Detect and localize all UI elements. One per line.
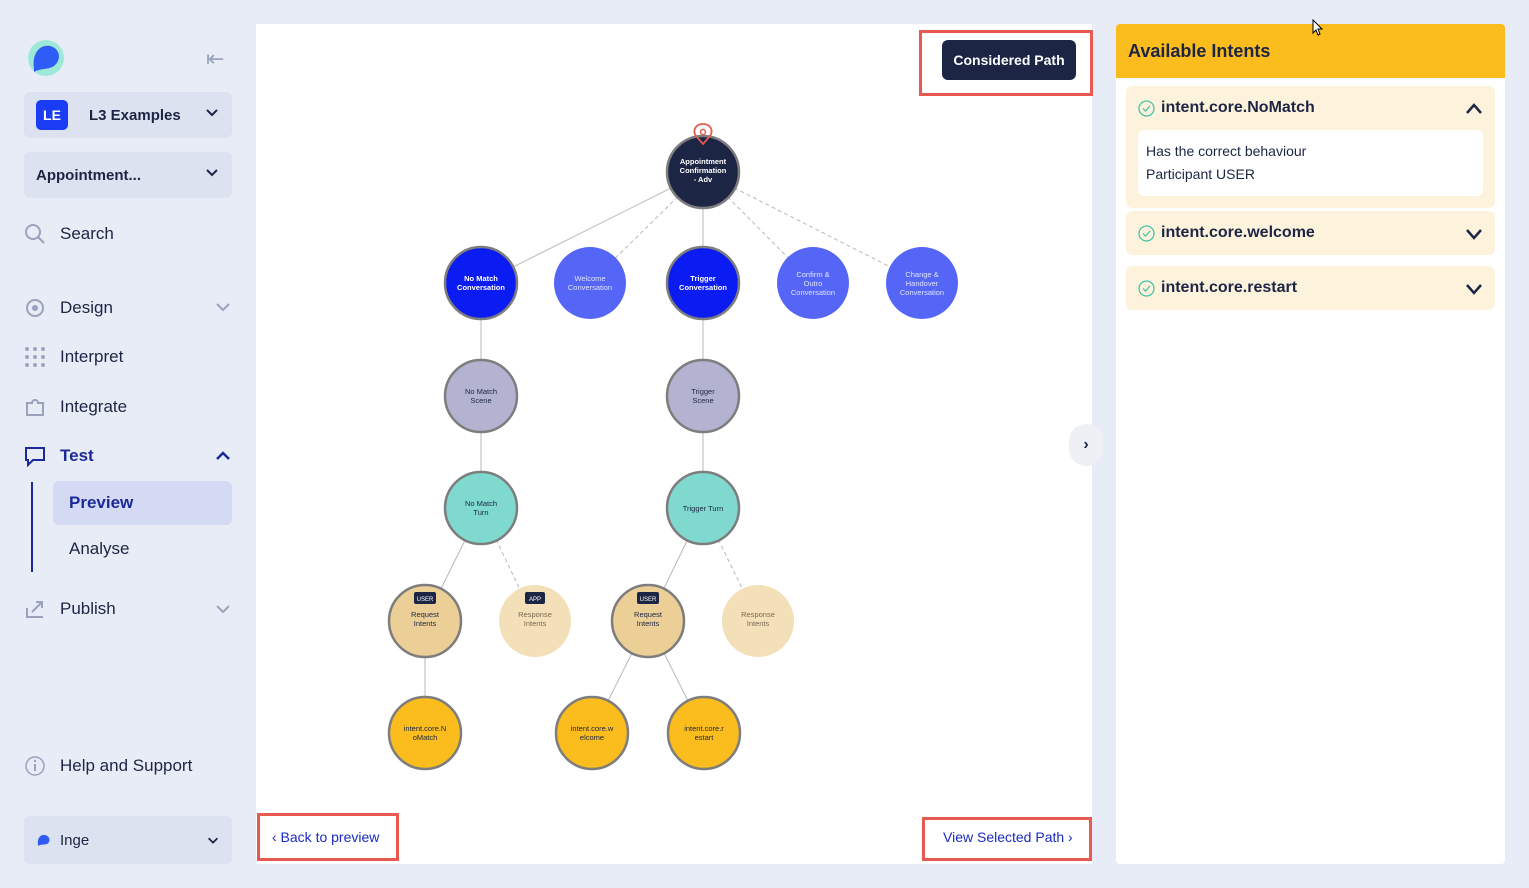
node-response-intents-nomatch[interactable]: APP Response Intents <box>499 585 571 657</box>
node-intent-welcome[interactable]: intent.core.w elcome <box>554 695 630 771</box>
conversation-graph: Appointment Confirmation - Adv No Match Con… <box>387 123 958 771</box>
nav-analyse-label: Analyse <box>69 539 130 558</box>
node-conversation-confirm[interactable]: Confirm & Outro Conversation <box>777 247 849 319</box>
node-request-intents-trigger[interactable]: USER Request Intents <box>610 583 686 659</box>
node-intent-restart[interactable]: intent.core.r estart <box>666 695 742 771</box>
nav-design[interactable]: Design <box>24 297 113 319</box>
node-root[interactable]: Appointment Confirmation - Adv <box>665 134 741 210</box>
nav-help-label: Help and Support <box>60 756 193 775</box>
chevron-down-icon[interactable] <box>214 298 232 316</box>
sidebar: ⇤ LE L3 Examples Appointment... Search D… <box>0 0 250 888</box>
nav-publish[interactable]: Publish <box>24 598 116 620</box>
user-tag: USER <box>417 597 434 603</box>
user-name: Inge <box>60 831 90 849</box>
nav-interpret[interactable]: Interpret <box>24 346 123 368</box>
intent-header[interactable]: intent.core.welcome <box>1126 211 1495 255</box>
workspace-select[interactable]: LE L3 Examples <box>24 92 232 138</box>
back-to-preview-link[interactable]: ‹ Back to preview <box>272 829 379 845</box>
nav-preview[interactable]: Preview <box>53 481 232 525</box>
nav-search[interactable]: Search <box>24 223 114 245</box>
nav-integrate-label: Integrate <box>60 397 128 416</box>
intent-details: Has the correct behaviour Participant US… <box>1138 130 1483 196</box>
chevron-down-icon <box>206 109 218 117</box>
nav-design-label: Design <box>60 298 113 317</box>
nav-interpret-label: Interpret <box>60 347 124 366</box>
chevron-right-icon[interactable]: › <box>1069 424 1103 466</box>
check-circle-icon <box>1138 99 1155 117</box>
nav-preview-label: Preview <box>69 493 134 512</box>
chevron-down-icon <box>208 837 218 844</box>
nav-help[interactable]: Help and Support <box>24 755 192 777</box>
nav-search-label: Search <box>60 224 114 243</box>
intent-name: intent.core.restart <box>1161 279 1298 296</box>
design-icon <box>26 299 44 317</box>
chat-icon <box>25 447 45 467</box>
intent-header[interactable]: intent.core.NoMatch <box>1126 86 1495 130</box>
node-turn-nomatch[interactable]: No Match Turn <box>443 470 519 546</box>
intent-item-restart: intent.core.restart <box>1126 266 1495 310</box>
chevron-down-icon <box>206 169 218 177</box>
intent-name: intent.core.NoMatch <box>1161 99 1315 116</box>
node-request-intents-nomatch[interactable]: USER Request Intents <box>387 583 463 659</box>
check-circle-icon <box>1138 224 1155 242</box>
node-scene-trigger[interactable]: Trigger Scene <box>665 358 741 434</box>
user-tag: USER <box>640 597 657 603</box>
graph-canvas: Appointment Confirmation - Adv No Match Con… <box>256 24 1093 864</box>
intent-item-welcome: intent.core.welcome <box>1126 211 1495 255</box>
intent-header[interactable]: intent.core.restart <box>1126 266 1495 310</box>
node-response-intents-trigger[interactable]: Response Intents <box>722 585 794 657</box>
interpret-icon <box>25 347 45 367</box>
node-intent-nomatch[interactable]: intent.core.N oMatch <box>387 695 463 771</box>
intent-participant: Participant USER <box>1146 166 1255 182</box>
intent-item-nomatch: intent.core.NoMatch Has the correct beha… <box>1126 86 1495 208</box>
node-label: Trigger Turn <box>683 504 724 513</box>
info-icon <box>25 756 45 776</box>
user-menu[interactable]: Inge <box>24 816 232 864</box>
chevron-down-icon[interactable] <box>1465 280 1483 298</box>
scenario-select[interactable]: Appointment... <box>24 152 232 198</box>
node-conversation-welcome[interactable]: Welcome Conversation <box>554 247 626 319</box>
publish-icon <box>26 601 43 618</box>
node-label: Change & Handover Conversation <box>900 270 944 297</box>
node-conversation-nomatch[interactable]: No Match Conversation <box>443 245 519 321</box>
avatar <box>37 834 50 846</box>
chevron-up-icon[interactable] <box>1465 100 1483 118</box>
subnav-line <box>31 482 33 572</box>
intent-behaviour: Has the correct behaviour <box>1146 143 1307 159</box>
intent-name: intent.core.welcome <box>1161 224 1315 241</box>
panel-title: Available Intents <box>1116 24 1505 78</box>
nav-publish-label: Publish <box>60 599 116 618</box>
chevron-up-icon[interactable] <box>214 447 232 465</box>
node-label: Trigger Scene <box>691 387 715 405</box>
nav-integrate[interactable]: Integrate <box>24 396 127 418</box>
app-logo <box>28 40 64 76</box>
scenario-value: Appointment... <box>36 166 141 184</box>
node-label: Request Intents <box>411 610 440 628</box>
check-circle-icon <box>1138 279 1155 297</box>
search-icon <box>25 224 45 244</box>
node-label: Request Intents <box>634 610 663 628</box>
node-label: Welcome Conversation <box>568 274 612 292</box>
nav-analyse[interactable]: Analyse <box>53 527 232 571</box>
node-conversation-trigger[interactable]: Trigger Conversation <box>665 245 741 321</box>
chevron-down-icon[interactable] <box>1465 225 1483 243</box>
node-conversation-change[interactable]: Change & Handover Conversation <box>886 247 958 319</box>
nav-test[interactable]: Test <box>24 445 94 467</box>
considered-path-button[interactable]: Considered Path <box>942 40 1076 80</box>
nav-test-label: Test <box>60 446 94 465</box>
node-scene-nomatch[interactable]: No Match Scene <box>443 358 519 434</box>
available-intents-panel: Available Intents intent.core.NoMatch Ha… <box>1116 24 1505 864</box>
workspace-badge: LE <box>36 100 68 130</box>
view-selected-path-link[interactable]: View Selected Path › <box>943 829 1073 845</box>
node-turn-trigger[interactable]: Trigger Turn <box>665 470 741 546</box>
mouse-cursor-icon <box>1312 19 1324 36</box>
collapse-sidebar-icon[interactable]: ⇤ <box>206 46 224 72</box>
puzzle-icon <box>26 399 44 416</box>
app-tag: APP <box>529 597 541 603</box>
chevron-down-icon[interactable] <box>214 600 232 618</box>
workspace-name: L3 Examples <box>89 106 181 124</box>
